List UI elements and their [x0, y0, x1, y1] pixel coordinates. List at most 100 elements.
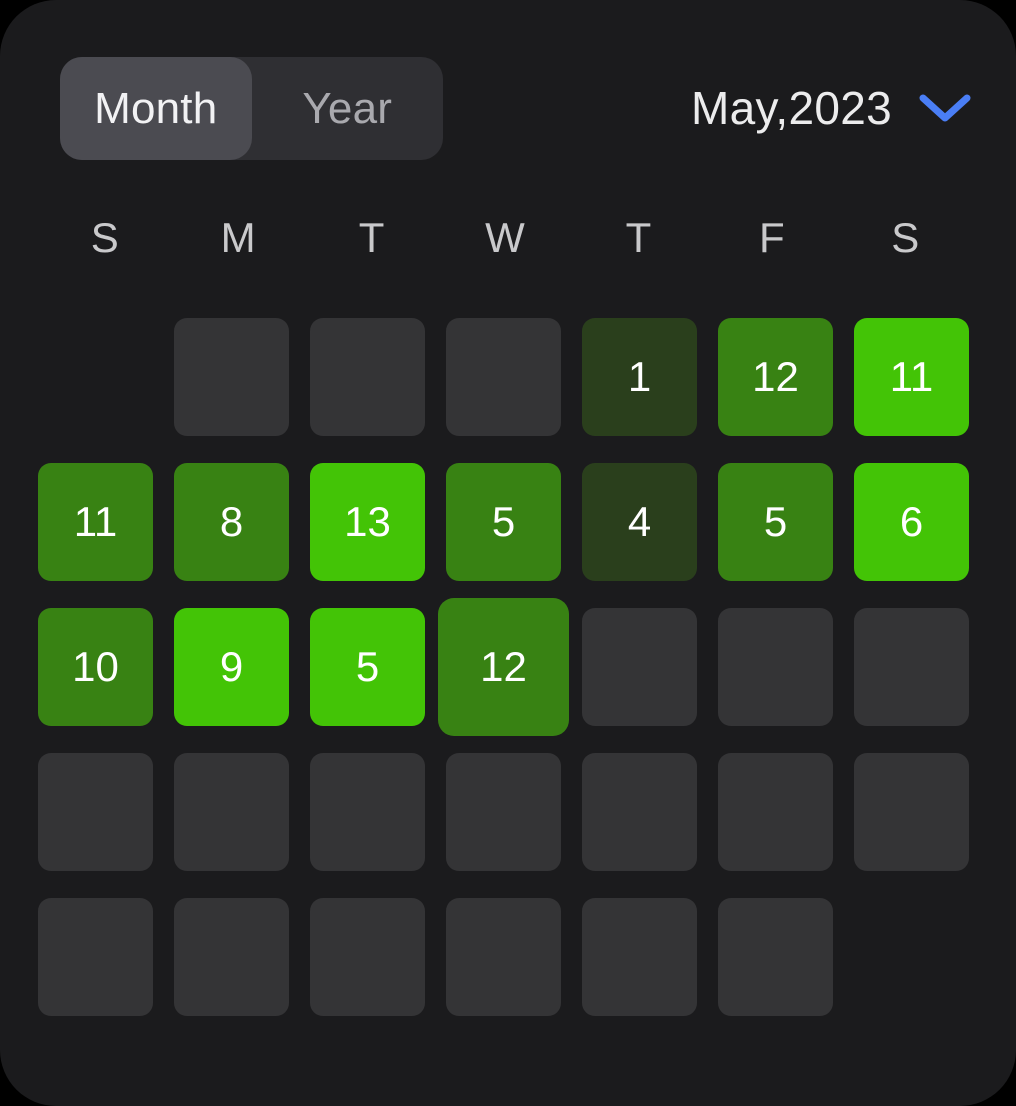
month-year-label: May,2023 — [691, 82, 892, 134]
day-cell-empty[interactable] — [174, 753, 289, 871]
day-cell[interactable]: 13 — [310, 463, 425, 581]
day-value: 5 — [491, 498, 516, 545]
day-cell[interactable]: 11 — [854, 318, 969, 436]
day-cell[interactable]: 5 — [446, 463, 561, 581]
day-slot — [310, 753, 425, 871]
day-value: 12 — [480, 643, 527, 690]
day-cell[interactable]: 6 — [854, 463, 969, 581]
calendar-card: Month Year May,2023 S M T W T F S 1 12 11 1… — [0, 0, 1016, 1106]
day-cell-empty[interactable] — [718, 753, 833, 871]
day-cell-empty[interactable] — [310, 753, 425, 871]
day-cell[interactable]: 12 — [718, 318, 833, 436]
day-value: 9 — [219, 643, 244, 690]
weekday-mon: M — [220, 214, 256, 261]
day-cell[interactable]: 5 — [310, 608, 425, 726]
day-cell-empty[interactable] — [38, 753, 153, 871]
day-cell-empty[interactable] — [854, 753, 969, 871]
day-cell[interactable]: 1 — [582, 318, 697, 436]
weekday-wed: W — [485, 214, 525, 261]
day-slot: 9 — [174, 608, 289, 726]
weekday-sun: S — [90, 214, 119, 261]
day-cell-empty[interactable] — [174, 898, 289, 1016]
day-slot — [446, 318, 561, 436]
day-slot: 5 — [446, 463, 561, 581]
day-slot — [174, 318, 289, 436]
day-slot — [718, 608, 833, 726]
day-value: 1 — [627, 353, 652, 400]
day-value: 6 — [899, 498, 924, 545]
day-cell-empty[interactable] — [582, 753, 697, 871]
segment-month-label: Month — [94, 83, 218, 133]
day-slot: 11 — [38, 463, 153, 581]
day-cell-empty[interactable] — [582, 608, 697, 726]
day-value: 13 — [344, 498, 391, 545]
day-cell[interactable]: 10 — [38, 608, 153, 726]
day-value: 11 — [889, 353, 934, 400]
day-cell-empty[interactable] — [310, 318, 425, 436]
day-slot — [718, 753, 833, 871]
day-slot — [174, 898, 289, 1016]
day-slot: 5 — [310, 608, 425, 726]
day-slot: 4 — [582, 463, 697, 581]
day-slot — [38, 898, 153, 1016]
weekday-sat: S — [891, 214, 920, 261]
day-cell-empty[interactable] — [582, 898, 697, 1016]
day-cell-empty[interactable] — [174, 318, 289, 436]
day-cell-empty[interactable] — [718, 608, 833, 726]
day-cell-empty[interactable] — [446, 898, 561, 1016]
day-cell-selected[interactable]: 12 — [438, 598, 569, 736]
day-cell-empty[interactable] — [446, 753, 561, 871]
day-value: 4 — [627, 498, 652, 545]
segment-year-label: Year — [302, 83, 393, 133]
view-mode-segmented-control[interactable]: Month Year — [60, 57, 443, 160]
day-value: 11 — [73, 498, 118, 545]
day-slot — [310, 898, 425, 1016]
day-slot: 5 — [718, 463, 833, 581]
day-slot: 8 — [174, 463, 289, 581]
day-cell-empty[interactable] — [310, 898, 425, 1016]
day-slot — [446, 898, 561, 1016]
day-cell-empty[interactable] — [854, 608, 969, 726]
day-slot — [582, 608, 697, 726]
day-slot: 12 — [718, 318, 833, 436]
calendar-day-grid: 1 12 11 11 8 13 5 4 5 6 10 9 5 12 — [38, 318, 972, 1016]
day-cell[interactable]: 5 — [718, 463, 833, 581]
day-slot: 13 — [310, 463, 425, 581]
day-slot — [446, 753, 561, 871]
day-cell-empty[interactable] — [718, 898, 833, 1016]
day-slot — [582, 898, 697, 1016]
day-value: 5 — [763, 498, 788, 545]
day-value: 8 — [219, 498, 244, 545]
weekday-header-row: S M T W T F S — [38, 205, 972, 271]
day-slot — [310, 318, 425, 436]
chevron-down-icon[interactable] — [918, 91, 972, 125]
calendar-header: Month Year May,2023 — [0, 0, 1016, 200]
weekday-thu: T — [625, 214, 652, 261]
weekday-fri: F — [759, 214, 785, 261]
day-cell[interactable]: 9 — [174, 608, 289, 726]
day-slot: 12 — [438, 598, 569, 736]
day-slot: 1 — [582, 318, 697, 436]
day-cell[interactable]: 11 — [38, 463, 153, 581]
day-slot — [718, 898, 833, 1016]
day-cell[interactable]: 4 — [582, 463, 697, 581]
day-slot: 11 — [854, 318, 969, 436]
day-slot — [854, 753, 969, 871]
day-slot — [174, 753, 289, 871]
segment-year[interactable]: Year — [252, 57, 444, 160]
day-slot-blank — [854, 898, 969, 1016]
month-selector[interactable]: May,2023 — [691, 60, 972, 156]
day-value: 12 — [752, 353, 799, 400]
day-slot — [582, 753, 697, 871]
day-cell[interactable]: 8 — [174, 463, 289, 581]
day-slot — [854, 608, 969, 726]
day-slot — [38, 753, 153, 871]
day-cell-empty[interactable] — [38, 898, 153, 1016]
day-value: 10 — [72, 643, 119, 690]
segment-month[interactable]: Month — [60, 57, 252, 160]
day-slot: 10 — [38, 608, 153, 726]
day-cell-empty[interactable] — [446, 318, 561, 436]
day-slot: 6 — [854, 463, 969, 581]
day-value: 5 — [355, 643, 380, 690]
weekday-tue: T — [358, 214, 385, 261]
